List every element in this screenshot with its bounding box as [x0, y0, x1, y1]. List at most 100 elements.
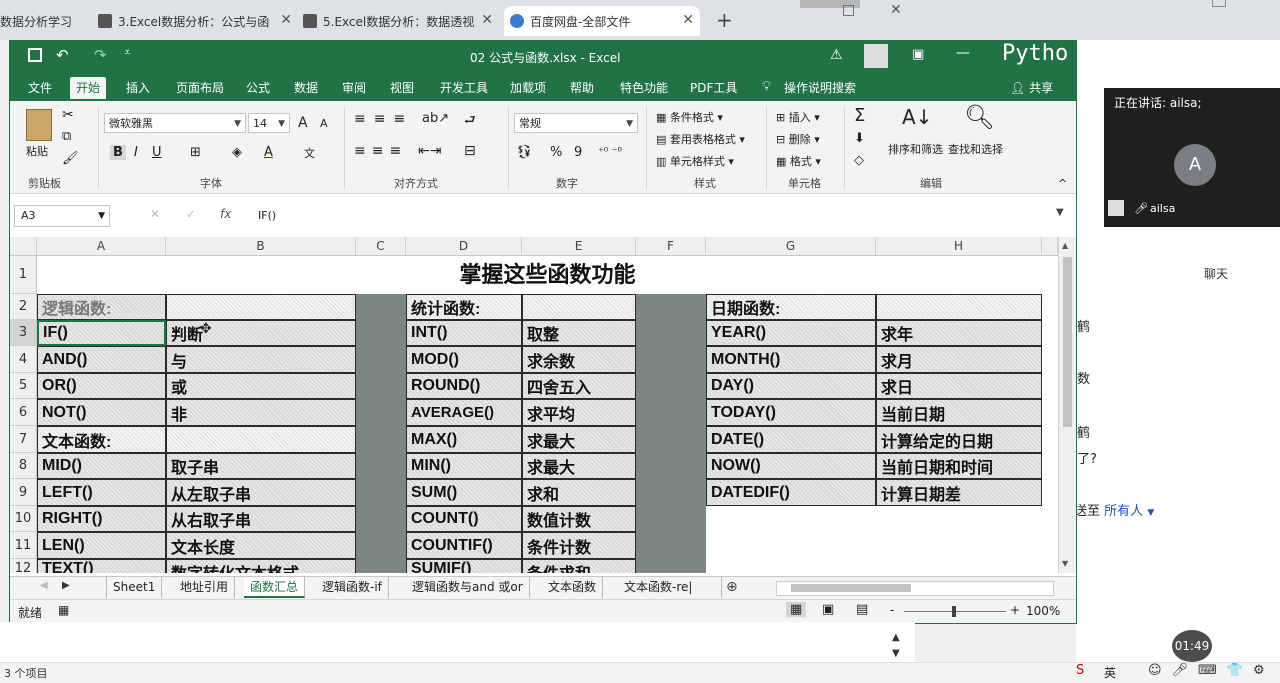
- row-header[interactable]: 5: [10, 373, 37, 399]
- sort-filter-icon[interactable]: A↓: [902, 105, 932, 129]
- currency-icon[interactable]: 💱︎: [516, 145, 533, 160]
- prev-sheet-icon[interactable]: ◀: [40, 580, 48, 591]
- undo-icon[interactable]: ↶: [56, 46, 69, 64]
- fill-icon[interactable]: ⬇: [854, 131, 865, 146]
- close-tab-icon[interactable]: ✕: [682, 12, 694, 28]
- sheet-tab[interactable]: 地址引用: [174, 577, 236, 598]
- cut-icon[interactable]: ✂: [62, 107, 74, 123]
- function-cell[interactable]: TODAY(): [706, 399, 876, 426]
- menu-home[interactable]: 开始: [70, 77, 107, 99]
- section-header[interactable]: 日期函数:: [706, 294, 876, 320]
- description-cell[interactable]: 从左取子串: [166, 479, 356, 506]
- sheet-tab[interactable]: 逻辑函数与and 或or: [406, 577, 530, 598]
- function-cell[interactable]: YEAR(): [706, 320, 876, 346]
- scroll-thumb[interactable]: [791, 584, 911, 592]
- horizontal-align-icons[interactable]: ≡≡≡: [354, 143, 407, 159]
- sheet-tab[interactable]: 文本函数-re|: [618, 577, 722, 598]
- autosum-icon[interactable]: Σ: [854, 105, 865, 126]
- underline-button[interactable]: U: [152, 145, 162, 160]
- description-cell[interactable]: 取子串: [166, 453, 356, 479]
- expand-formula-icon[interactable]: ▼: [1056, 207, 1064, 218]
- function-cell[interactable]: NOW(): [706, 453, 876, 479]
- description-cell[interactable]: 求平均: [522, 399, 636, 426]
- description-cell[interactable]: 计算给定的日期: [876, 426, 1042, 453]
- section-header[interactable]: 文本函数:: [37, 426, 166, 453]
- sheet-tab-active[interactable]: 函数汇总: [244, 577, 306, 598]
- browser-tab[interactable]: 5.Excel数据分析：数据透视 ✕: [303, 6, 499, 36]
- send-to-select[interactable]: 所有人: [1104, 504, 1143, 519]
- function-cell[interactable]: MOD(): [406, 346, 522, 373]
- menu-help[interactable]: 帮助: [564, 77, 600, 99]
- insert-function-button[interactable]: fx: [220, 207, 231, 221]
- column-header[interactable]: D: [406, 237, 522, 256]
- page-layout-view-icon[interactable]: ▣: [822, 602, 834, 617]
- sheet-tab[interactable]: Sheet1: [106, 577, 163, 598]
- column-header[interactable]: E: [522, 237, 636, 256]
- merge-center-icon[interactable]: ⊟: [464, 143, 476, 159]
- menu-file[interactable]: 文件: [22, 77, 58, 99]
- collapse-icon[interactable]: ▲: [892, 632, 900, 643]
- column-header[interactable]: A: [37, 237, 166, 256]
- description-cell[interactable]: 四舍五入: [522, 373, 636, 399]
- description-cell[interactable]: 求余数: [522, 346, 636, 373]
- find-select-button[interactable]: 查找和选择: [948, 141, 1003, 157]
- insert-cells-button[interactable]: ⊞ 插入 ▾: [776, 109, 820, 125]
- zoom-thumb[interactable]: [952, 606, 956, 617]
- description-cell[interactable]: 数字转化文本格式: [166, 559, 356, 573]
- scroll-up-icon[interactable]: ▲: [1062, 241, 1068, 250]
- description-cell[interactable]: 计算日期差: [876, 479, 1042, 506]
- ime-logo-icon[interactable]: S: [1076, 663, 1084, 678]
- table-cell[interactable]: [166, 426, 356, 453]
- table-cell[interactable]: [876, 294, 1042, 320]
- vertical-align-icons[interactable]: ≡≡≡: [354, 111, 413, 127]
- fill-color-icon[interactable]: ◈: [232, 145, 242, 160]
- percent-button[interactable]: %: [550, 145, 562, 160]
- browser-tab-active[interactable]: 百度网盘-全部文件 ✕: [504, 6, 700, 36]
- column-header[interactable]: B: [166, 237, 356, 256]
- menu-view[interactable]: 视图: [384, 77, 420, 99]
- browser-tab[interactable]: 3.Excel数据分析：公式与函 ✕: [98, 6, 298, 36]
- cell-styles-button[interactable]: ▥ 单元格样式 ▾: [656, 153, 734, 169]
- function-cell-selected[interactable]: IF(): [37, 320, 166, 346]
- sheet-tab[interactable]: 文本函数: [542, 577, 604, 598]
- function-cell[interactable]: COUNTIF(): [406, 532, 522, 559]
- share-button[interactable]: 👤︎ 共享: [1010, 79, 1053, 96]
- wrap-text-icon[interactable]: ⮐: [464, 111, 476, 133]
- section-header[interactable]: 逻辑函数:: [37, 294, 166, 320]
- description-cell[interactable]: 求年: [876, 320, 1042, 346]
- clipboard-icon[interactable]: [26, 109, 52, 141]
- function-cell[interactable]: AVERAGE(): [406, 399, 522, 426]
- decimal-icons[interactable]: ⁺⁰ ⁻⁰: [598, 145, 622, 158]
- copy-icon[interactable]: ⧉: [62, 129, 71, 144]
- ribbon-display-icon[interactable]: ▣: [912, 47, 924, 62]
- description-cell[interactable]: 求月: [876, 346, 1042, 373]
- description-cell[interactable]: 或: [166, 373, 356, 399]
- maximize-icon[interactable]: □: [842, 2, 855, 18]
- macro-record-icon[interactable]: ▦: [58, 603, 69, 617]
- sheet-tab[interactable]: 逻辑函数-if: [316, 577, 389, 598]
- account-icon[interactable]: [864, 44, 888, 68]
- number-format-select[interactable]: 常规 ▼: [514, 113, 638, 133]
- row-header[interactable]: 3: [10, 320, 37, 346]
- column-header[interactable]: C: [356, 237, 406, 256]
- function-cell[interactable]: INT(): [406, 320, 522, 346]
- page-break-view-icon[interactable]: ▤: [856, 602, 868, 617]
- description-cell[interactable]: 取整: [522, 320, 636, 346]
- description-cell[interactable]: 条件计数: [522, 532, 636, 559]
- conditional-format-button[interactable]: ▦ 条件格式 ▾: [656, 109, 723, 125]
- description-cell[interactable]: 文本长度: [166, 532, 356, 559]
- font-name-select[interactable]: 微软雅黑 ▼: [104, 113, 246, 133]
- description-cell[interactable]: 求最大: [522, 453, 636, 479]
- function-cell[interactable]: LEN(): [37, 532, 166, 559]
- function-cell[interactable]: DAY(): [706, 373, 876, 399]
- delete-cells-button[interactable]: ⊟ 删除 ▾: [776, 131, 820, 147]
- font-size-select[interactable]: 14 ▼: [248, 113, 290, 133]
- italic-button[interactable]: I: [134, 145, 138, 160]
- function-cell[interactable]: MID(): [37, 453, 166, 479]
- row-header[interactable]: 7: [10, 426, 37, 453]
- row-header[interactable]: 1: [10, 256, 37, 294]
- clear-icon[interactable]: ◇: [854, 153, 864, 168]
- bold-button[interactable]: B: [110, 145, 126, 160]
- menu-review[interactable]: 审阅: [336, 77, 372, 99]
- column-header[interactable]: H: [876, 237, 1042, 256]
